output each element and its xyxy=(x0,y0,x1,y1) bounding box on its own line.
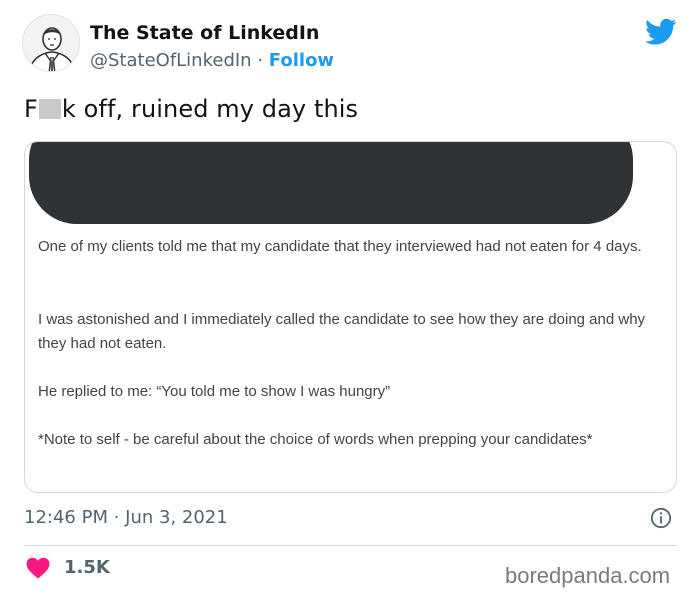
author-handle-row: @StateOfLinkedIn · Follow xyxy=(90,50,334,71)
censor-block xyxy=(38,99,61,119)
tweet-text: Fk off, ruined my day this xyxy=(24,95,358,123)
follow-button[interactable]: Follow xyxy=(269,50,334,71)
divider xyxy=(24,545,677,546)
author-handle[interactable]: @StateOfLinkedIn xyxy=(90,50,252,71)
avatar[interactable] xyxy=(22,14,80,72)
twitter-bird-icon[interactable] xyxy=(645,18,677,46)
watermark: boredpanda.com xyxy=(505,563,671,588)
tweet-timestamp[interactable]: 12:46 PM · Jun 3, 2021 xyxy=(24,507,228,528)
redaction-blob xyxy=(29,142,633,224)
card-paragraph: *Note to self - be careful about the cho… xyxy=(38,431,593,448)
card-paragraph: One of my clients told me that my candid… xyxy=(38,238,642,255)
tweet-text-end: k off, ruined my day this xyxy=(61,95,359,123)
card-paragraph: I was astonished and I immediately calle… xyxy=(38,311,646,352)
like-count[interactable]: 1.5K xyxy=(64,557,110,578)
card-paragraph: He replied to me: “You told me to show I… xyxy=(38,383,391,400)
embedded-screenshot-card[interactable]: One of my clients told me that my candid… xyxy=(24,141,677,493)
heart-icon[interactable] xyxy=(26,557,50,579)
avatar-portrait-icon xyxy=(23,15,79,71)
info-icon[interactable] xyxy=(650,507,672,529)
separator-dot: · xyxy=(257,50,264,71)
author-name[interactable]: The State of LinkedIn xyxy=(90,22,319,44)
tweet-text-start: F xyxy=(24,95,38,123)
